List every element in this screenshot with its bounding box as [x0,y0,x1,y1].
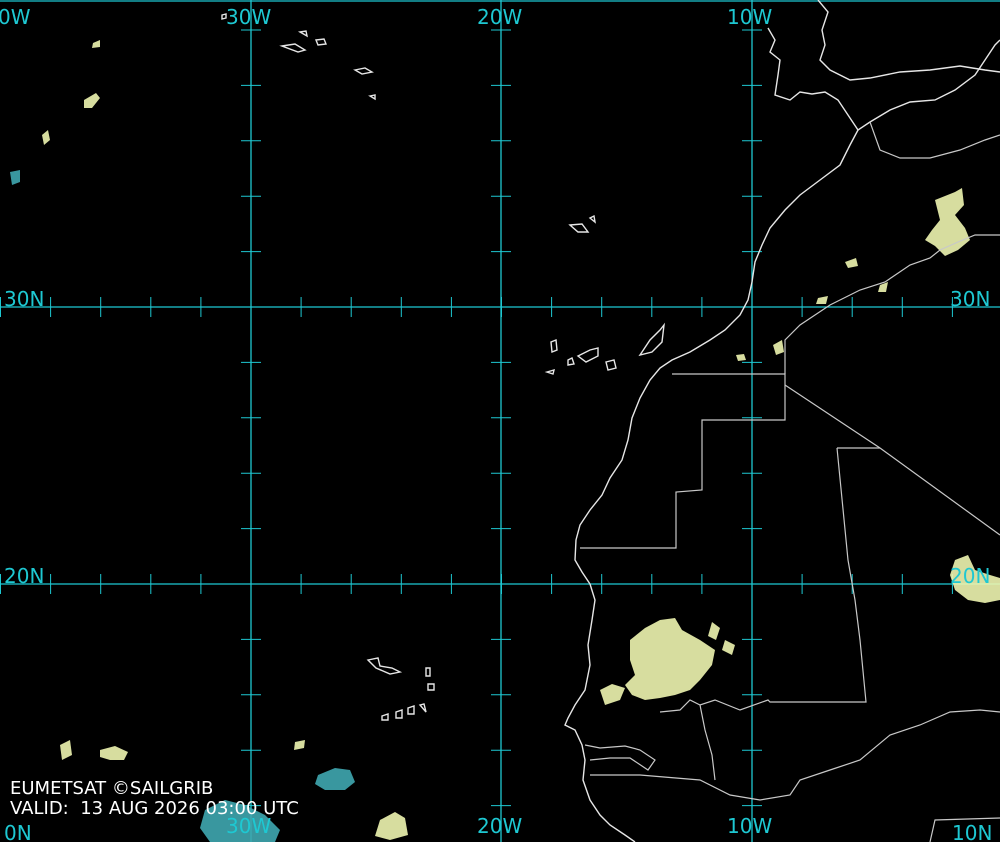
cape-verde-6 [407,705,415,715]
label-lat-bottom-left: 0N [4,821,32,842]
label-lat-right-30n: 30N [950,287,990,311]
credit-source: EUMETSAT ©SAILGRIB [10,778,214,799]
cape-verde-7 [418,703,427,713]
coastlines [221,0,1000,842]
cloud-sw-2 [60,740,72,760]
canary-island-6 [544,368,555,375]
azores-2 [297,30,308,38]
label-lat-left-30n: 30N [4,287,44,311]
canary-island-4 [605,359,617,371]
guinea-border [590,709,1000,801]
azores-1 [279,43,307,53]
label-lon-top-30w: 30W [226,5,271,29]
graticule [0,0,1000,842]
cloud-mauritania [625,618,715,700]
cape-verde-5 [395,709,403,719]
label-lat-bottom-10n: 10N [952,821,992,842]
cloud-sw-1 [100,746,128,760]
label-lon-top-0w: 0W [0,5,31,29]
canary-island-5 [638,322,665,357]
iberia-inner [817,0,1000,81]
valid-time-line: VALID: 13 AUG 2026 03:00 UTC [10,798,299,819]
mali-east [699,704,716,781]
cloud-atlas [925,188,970,256]
cloud-layer [10,40,1000,842]
cloud-senegal-fragment [600,684,625,705]
west-africa-coast [564,583,636,842]
cloud-azores-3 [42,130,50,145]
canary-island-3 [576,347,599,363]
cloud-morocco-small-1 [845,258,858,268]
cloud-cold-top-3 [10,170,20,185]
iberia-coast [767,27,1000,131]
algeria-mauritania-border [784,384,1000,536]
cloud-sw-4 [375,812,408,840]
cloud-mali-fragment [722,640,735,655]
madeira-2 [588,214,596,224]
label-lat-left-20n: 20N [4,564,44,588]
cloud-mauritania-east [708,622,720,640]
cape-verde-1 [366,657,403,675]
cloud-morocco-small-3 [816,296,828,304]
cloud-azores-2 [92,40,100,48]
algeria-coast [869,121,1000,159]
cape-verde-4 [381,713,389,721]
morocco-coast [574,129,859,585]
cape-verde-2 [425,667,431,677]
azores-4 [353,67,374,75]
cloud-cold-top-1 [315,768,355,790]
azores-3 [315,38,327,46]
valid-time: 13 AUG 2026 03:00 UTC [80,798,299,819]
label-lon-top-10w: 10W [727,5,772,29]
label-lon-top-20w: 20W [477,5,522,29]
canary-island-2 [567,357,575,366]
madeira [568,223,590,233]
graticule-ticks [0,29,953,807]
label-lon-bottom-10w: 10W [727,814,772,838]
canary-island-1 [550,339,558,353]
cloud-canary [773,340,784,355]
label-lat-right-20n: 20N [950,564,990,588]
valid-prefix: VALID: [10,798,69,819]
cloud-sw-3 [294,740,305,750]
satellite-map[interactable]: 0W 30W 20W 10W 30N 30N 20N 20N 20W 10W 3… [0,0,1000,842]
senegal-border [584,744,656,771]
western-sahara-north [580,373,786,549]
cloud-azores-1 [84,93,100,108]
azores-6 [368,94,376,101]
label-lon-bottom-20w: 20W [477,814,522,838]
cape-verde-3 [427,683,435,691]
cloud-canary-2 [736,354,746,361]
